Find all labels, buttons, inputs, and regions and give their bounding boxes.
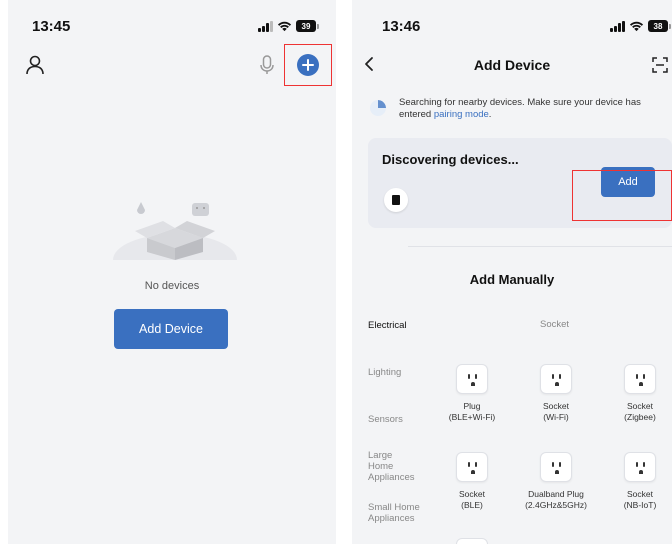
category-sensors[interactable]: Sensors bbox=[368, 414, 403, 425]
highlight-add-button bbox=[572, 170, 672, 221]
device-tile[interactable]: Dualband Plug (2.4GHz&5GHz) bbox=[520, 452, 592, 511]
socket-icon bbox=[456, 452, 488, 482]
status-bar: 13:46 38 bbox=[352, 0, 672, 52]
socket-icon bbox=[624, 364, 656, 394]
device-icon bbox=[384, 188, 408, 212]
scan-icon[interactable] bbox=[652, 57, 668, 73]
divider bbox=[408, 246, 672, 247]
device-tile[interactable]: Plug (BLE+Wi-Fi) bbox=[436, 364, 508, 423]
searching-spinner-icon bbox=[370, 100, 386, 116]
battery-icon: 39 bbox=[296, 20, 316, 32]
socket-icon bbox=[540, 452, 572, 482]
status-time: 13:46 bbox=[382, 18, 421, 35]
user-icon[interactable] bbox=[24, 54, 46, 76]
socket-icon bbox=[624, 452, 656, 482]
pairing-mode-link[interactable]: pairing mode bbox=[434, 109, 489, 120]
category-lighting[interactable]: Lighting bbox=[368, 367, 401, 378]
wifi-icon bbox=[629, 21, 644, 32]
add-device-screen: 13:46 38 Add Device Searching for nearby… bbox=[352, 0, 672, 544]
signal-icon bbox=[258, 20, 273, 32]
category-large-home-appliances[interactable]: Large Home Appliances bbox=[368, 450, 414, 483]
microphone-icon[interactable] bbox=[257, 54, 277, 76]
add-manually-title: Add Manually bbox=[469, 272, 555, 287]
add-device-button[interactable]: Add Device bbox=[114, 309, 228, 349]
socket-icon bbox=[456, 364, 488, 394]
category-small-home-appliances[interactable]: Small Home Appliances bbox=[368, 502, 428, 524]
empty-box-illustration bbox=[111, 202, 239, 268]
search-message: Searching for nearby devices. Make sure … bbox=[399, 97, 641, 120]
highlight-plus-button bbox=[284, 44, 332, 86]
category-electrical[interactable]: Electrical bbox=[368, 320, 407, 331]
socket-icon bbox=[456, 538, 488, 544]
page-title: Add Device bbox=[473, 57, 551, 73]
discovering-title: Discovering devices... bbox=[382, 152, 519, 167]
battery-icon: 38 bbox=[648, 20, 668, 32]
wifi-icon bbox=[277, 21, 292, 32]
socket-icon bbox=[540, 364, 572, 394]
device-tile[interactable]: Socket (BLE) bbox=[436, 452, 508, 511]
device-tile[interactable]: Socket (Zigbee) bbox=[604, 364, 672, 423]
device-tile[interactable]: Socket (Wi-Fi) bbox=[520, 364, 592, 423]
socket-heading: Socket bbox=[540, 319, 570, 330]
status-time: 13:45 bbox=[32, 18, 71, 35]
signal-icon bbox=[610, 20, 625, 32]
device-tile[interactable]: Socket (NB-IoT) bbox=[604, 452, 672, 511]
no-devices-text: No devices bbox=[144, 280, 200, 292]
